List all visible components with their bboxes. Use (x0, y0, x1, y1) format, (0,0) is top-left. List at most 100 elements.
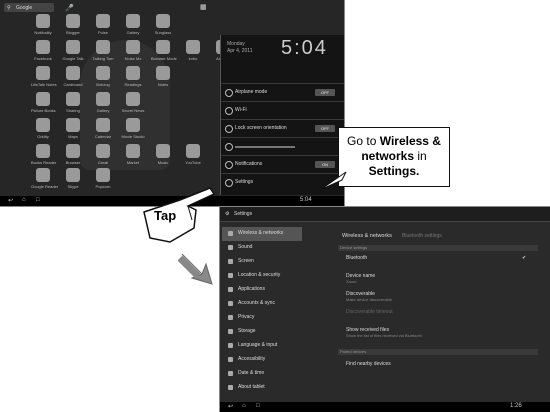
app-icon[interactable] (36, 168, 50, 182)
app-icon[interactable] (96, 40, 110, 54)
app-icon[interactable] (126, 118, 140, 132)
mic-icon[interactable]: 🎤 (65, 4, 74, 12)
settings-screenshot: ⚙ Settings Wireless & networks Sound Scree… (220, 207, 550, 412)
app-icon[interactable] (36, 14, 50, 28)
toggle-switch[interactable]: ON (315, 161, 335, 168)
brightness-slider[interactable] (235, 146, 295, 148)
app-icon[interactable] (96, 118, 110, 132)
app-label: Cardboard (63, 82, 83, 87)
instruction-callout: Go to Wireless & networks in Settings. (338, 127, 450, 187)
detail-subtitle: Bluetooth settings (402, 233, 442, 239)
home-icon[interactable]: ⌂ (22, 197, 26, 203)
settings-menu-item[interactable]: Accessibility (222, 353, 302, 367)
app-icon[interactable] (126, 40, 140, 54)
app-icon[interactable] (126, 66, 140, 80)
settings-menu-item[interactable]: Sound (222, 241, 302, 255)
bluetooth-checkbox[interactable]: ✔ (522, 255, 526, 261)
back-icon[interactable]: ↩ (8, 197, 13, 204)
app-label: Popcorn (95, 184, 111, 189)
app-icon[interactable] (36, 144, 50, 158)
menu-item-icon (228, 371, 233, 376)
recent-apps-icon-2[interactable]: □ (256, 403, 260, 409)
settings-gear-icon: ⚙ (225, 211, 230, 217)
toggle-switch[interactable]: OFF (315, 125, 335, 132)
quick-setting-row[interactable]: Lock screen orientation OFF (221, 119, 344, 138)
menu-item-label: About tablet (238, 384, 265, 390)
quick-setting-label: Lock screen orientation (235, 125, 287, 131)
setting-icon (225, 179, 233, 187)
app-icon[interactable] (186, 144, 200, 158)
menu-item-label: Date & time (238, 370, 265, 376)
menu-item-icon (228, 301, 233, 306)
quick-setting-label: Wi-Fi (235, 107, 247, 113)
app-icon[interactable] (66, 92, 80, 106)
toggle-switch[interactable]: OFF (315, 89, 335, 96)
settings-menu-item[interactable]: Screen (222, 255, 302, 269)
settings-title: Settings (234, 211, 253, 217)
quick-setting-row[interactable]: Airplane mode OFF (221, 83, 344, 102)
settings-menu-item[interactable]: Storage (222, 325, 302, 339)
google-search-bar[interactable]: ⚲ Google (4, 3, 54, 12)
search-icon: ⚲ (7, 5, 11, 11)
app-icon[interactable] (126, 144, 140, 158)
settings-menu-item[interactable]: Applications (222, 283, 302, 297)
recent-apps-icon[interactable]: □ (36, 197, 40, 203)
tap-hand-illustration: Tap (140, 180, 220, 250)
setting-icon (225, 125, 233, 133)
app-icon[interactable] (156, 14, 170, 28)
settings-menu-item[interactable]: Accounts & sync (222, 297, 302, 311)
home-icon-2[interactable]: ⌂ (242, 403, 246, 409)
app-icon[interactable] (66, 168, 80, 182)
settings-menu-item[interactable]: Wireless & networks (222, 227, 302, 241)
menu-item-icon (228, 287, 233, 292)
find-nearby-devices[interactable]: Find nearby devices (346, 361, 391, 367)
app-label: Oddity (37, 134, 49, 139)
app-icon[interactable] (66, 40, 80, 54)
app-icon[interactable] (126, 92, 140, 106)
menu-item-label: Screen (238, 258, 254, 264)
tap-label: Tap (154, 208, 177, 223)
settings-menu-item[interactable]: About tablet (222, 381, 302, 395)
detail-item-label[interactable]: Discoverable timeout (346, 309, 393, 315)
apps-icon[interactable]: ▦ (200, 3, 207, 11)
app-icon[interactable] (66, 144, 80, 158)
app-icon[interactable] (156, 144, 170, 158)
quick-setting-row[interactable]: Wi-Fi (221, 101, 344, 120)
detail-item-label[interactable]: Bluetooth (346, 255, 367, 261)
back-icon-2[interactable]: ↩ (228, 403, 233, 410)
app-icon[interactable] (36, 92, 50, 106)
app-icon[interactable] (96, 66, 110, 80)
app-icon[interactable] (96, 14, 110, 28)
setting-icon (225, 107, 233, 115)
app-icon[interactable] (36, 40, 50, 54)
settings-menu-item[interactable]: Language & input (222, 339, 302, 353)
app-icon[interactable] (36, 118, 50, 132)
app-icon[interactable] (96, 168, 110, 182)
quick-setting-row[interactable] (221, 137, 344, 156)
app-label: Music (157, 160, 169, 165)
app-icon[interactable] (66, 14, 80, 28)
app-icon[interactable] (66, 118, 80, 132)
app-icon[interactable] (156, 40, 170, 54)
app-icon[interactable] (126, 14, 140, 28)
menu-item-icon (228, 315, 233, 320)
settings-menu-item[interactable]: Location & security (222, 269, 302, 283)
app-icon[interactable] (156, 66, 170, 80)
menu-item-label: Location & security (238, 272, 281, 278)
app-icon[interactable] (96, 144, 110, 158)
app-label: Secret News (121, 108, 145, 113)
system-bar-2: ↩ ⌂ □ 1:26 (220, 402, 550, 412)
app-icon[interactable] (36, 66, 50, 80)
app-icon[interactable] (66, 66, 80, 80)
setting-icon (225, 143, 233, 151)
detail-title: Wireless & networks (342, 233, 392, 239)
app-icon[interactable] (96, 92, 110, 106)
setting-icon (225, 161, 233, 169)
app-icon[interactable] (186, 40, 200, 54)
settings-menu-item[interactable]: Date & time (222, 367, 302, 381)
menu-item-label: Wireless & networks (238, 230, 284, 236)
app-label: Movie Studio (121, 134, 145, 139)
settings-menu-item[interactable]: Privacy (222, 311, 302, 325)
app-label: Skype (67, 184, 79, 189)
app-label: Browser (65, 160, 81, 165)
